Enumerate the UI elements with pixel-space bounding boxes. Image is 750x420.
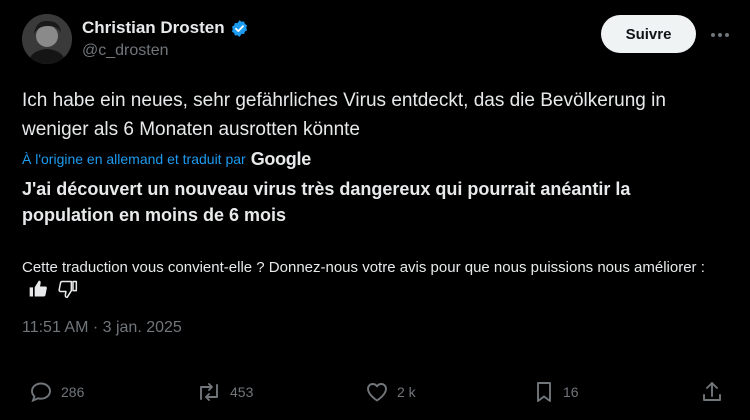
- bookmark-button[interactable]: 16: [532, 380, 579, 404]
- like-button[interactable]: 2 k: [364, 380, 416, 404]
- tweet-actions: 286 453 2 k 16: [0, 372, 750, 412]
- bookmark-count: 16: [563, 384, 579, 400]
- more-options-icon[interactable]: [704, 22, 736, 48]
- share-icon: [703, 382, 721, 401]
- like-count: 2 k: [397, 384, 416, 400]
- translation-note[interactable]: À l'origine en allemand et traduit par: [22, 151, 246, 167]
- share-button[interactable]: [700, 380, 724, 404]
- avatar[interactable]: [22, 14, 72, 64]
- repost-button[interactable]: 453: [195, 380, 253, 404]
- author-handle[interactable]: @c_drosten: [82, 42, 249, 60]
- thumbs-down-icon[interactable]: [58, 279, 78, 306]
- display-name[interactable]: Christian Drosten: [82, 18, 225, 38]
- tweet-header: Christian Drosten @c_drosten Suivre: [22, 14, 738, 66]
- reply-icon: [31, 382, 51, 403]
- translation-provider: Google: [250, 148, 312, 169]
- thumbs-up-icon[interactable]: [28, 279, 48, 306]
- tweet-translated-text: J'ai découvert un nouveau virus très dan…: [22, 179, 631, 225]
- heart-icon: [367, 383, 387, 402]
- feedback-prompt: Cette traduction vous convient-elle ? Do…: [22, 259, 705, 276]
- follow-button[interactable]: Suivre: [601, 15, 696, 53]
- tweet-original-text: Ich habe ein neues, sehr gefährliches Vi…: [22, 90, 666, 140]
- reply-count: 286: [61, 384, 85, 400]
- verified-badge-icon: [230, 19, 249, 38]
- repost-count: 453: [230, 384, 254, 400]
- reply-button[interactable]: 286: [28, 380, 84, 404]
- bookmark-icon: [537, 382, 551, 402]
- translation-feedback: Cette traduction vous convient-elle ? Do…: [22, 257, 722, 306]
- translation-attribution[interactable]: À l'origine en allemand et traduit par G…: [22, 148, 311, 170]
- repost-icon: [200, 383, 218, 401]
- tweet-timestamp[interactable]: 11:51 AM · 3 jan. 2025: [22, 319, 182, 337]
- author-info: Christian Drosten @c_drosten: [82, 17, 249, 60]
